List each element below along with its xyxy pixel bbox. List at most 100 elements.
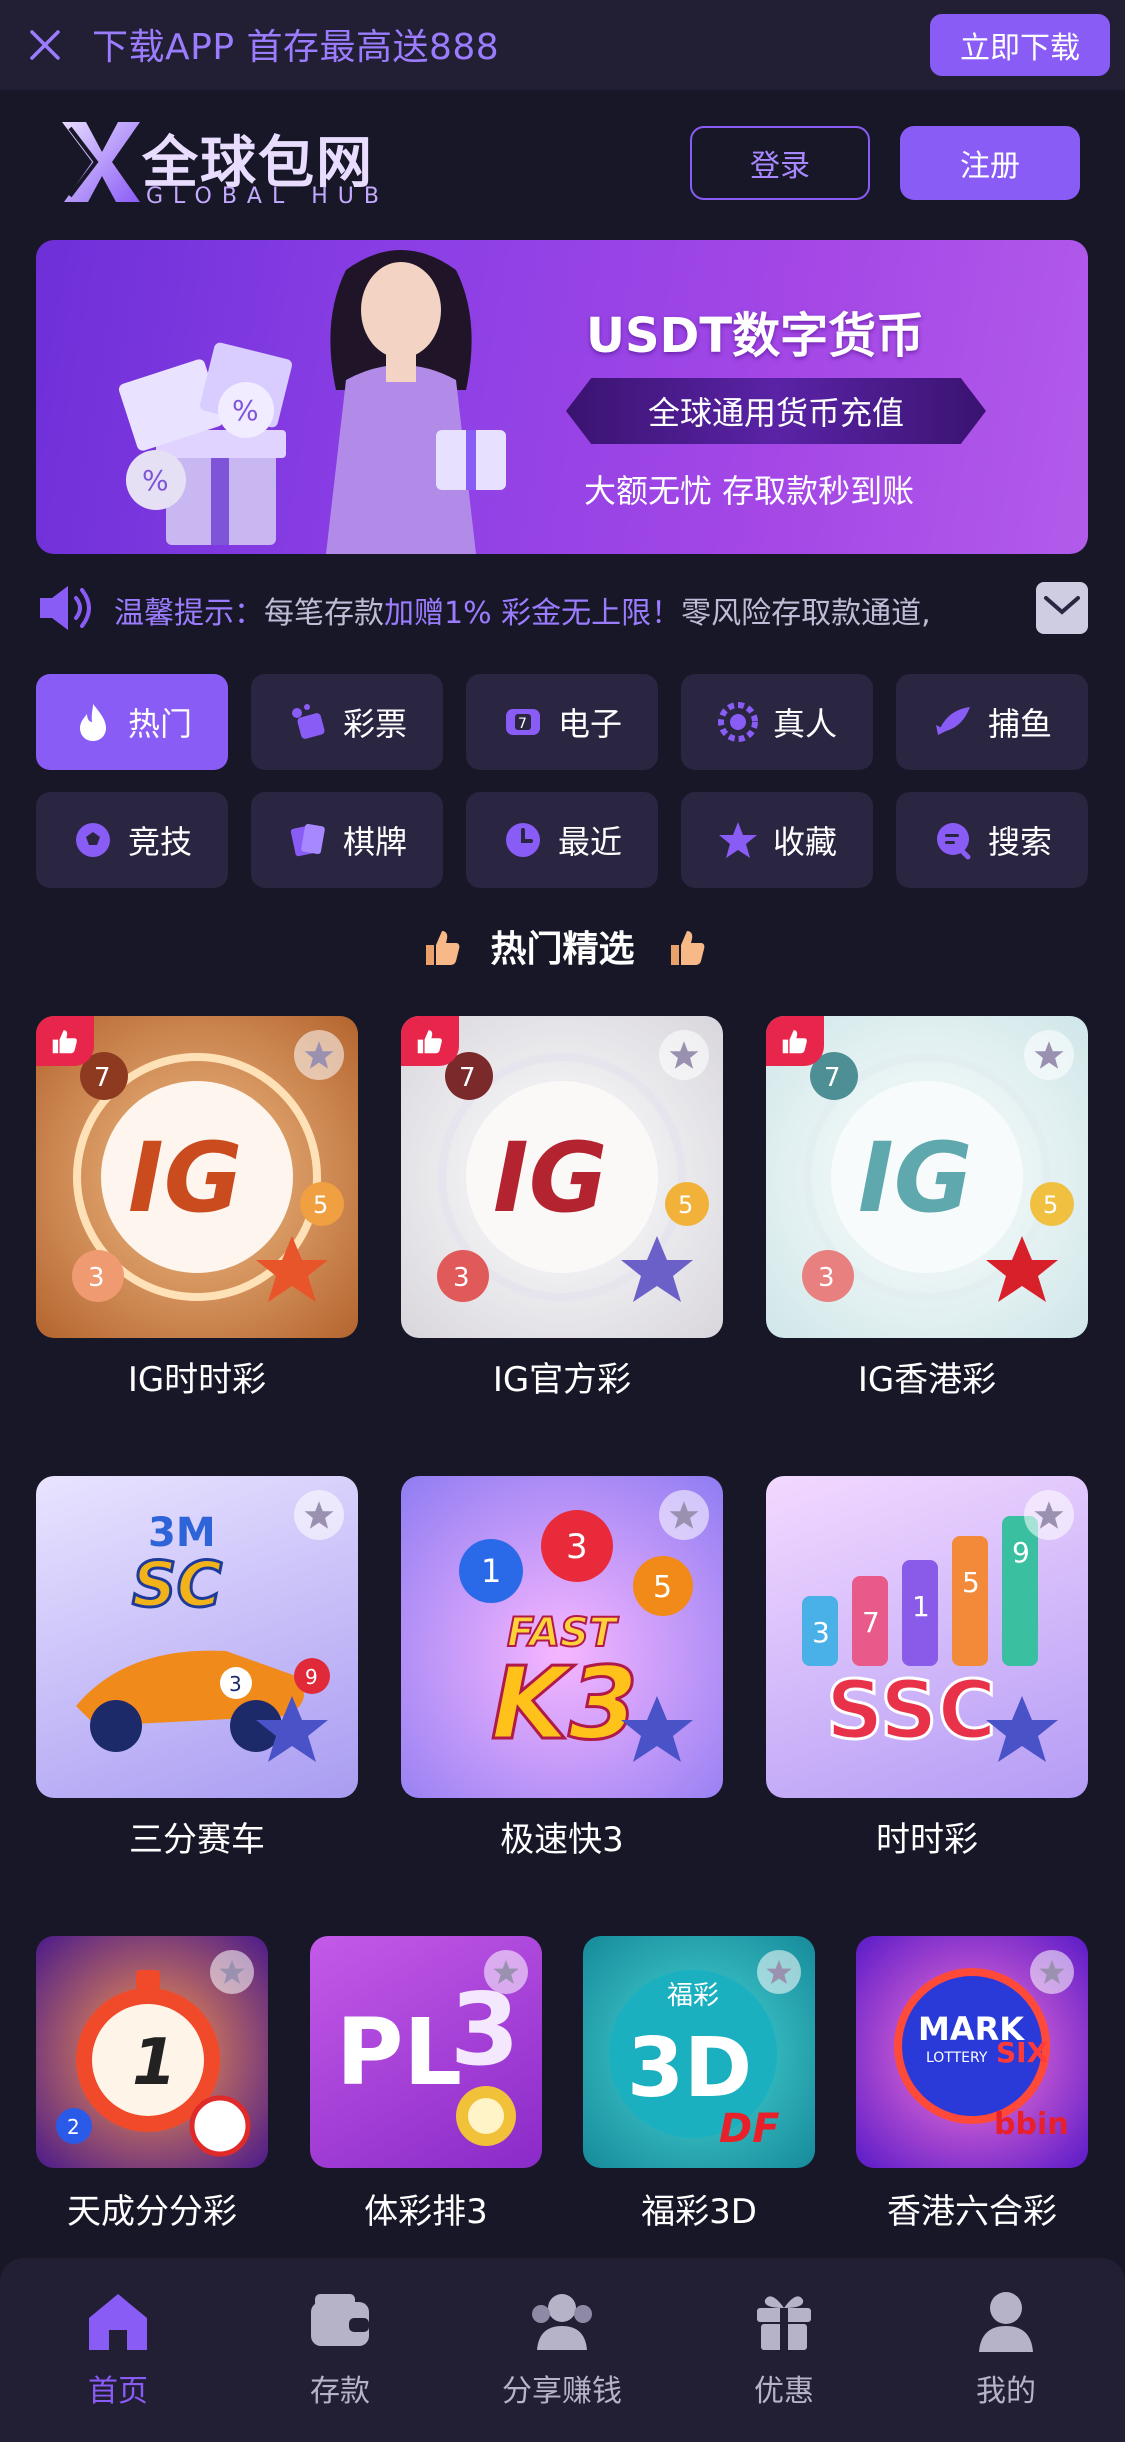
svg-text:7: 7 [862,1606,880,1639]
nav-deposit[interactable]: 存款 [260,2286,420,2410]
game-tile-fc3d[interactable]: 福彩 3D DF [583,1936,815,2168]
game-tile-ig-hk[interactable]: IG 7 5 3 [766,1016,1088,1338]
game-tile-ssc[interactable]: 3 7 1 5 9 SSC [766,1476,1088,1798]
hot-badge [766,1016,824,1066]
game-tile-fast-k3[interactable]: 1 3 5 FAST K3 [401,1476,723,1798]
favorite-star-icon[interactable] [1024,1030,1074,1080]
category-label: 捕鱼 [987,705,1052,743]
fire-icon [79,704,106,741]
notice-text: 温馨提示：每笔存款加赠1% 彩金无上限！零风险存取款通道, [114,588,1034,632]
logo[interactable]: 全球包网 GLOBAL HUB [56,118,396,209]
svg-text:9: 9 [305,1665,318,1689]
svg-text:5: 5 [1043,1191,1058,1219]
svg-text:DF: DF [719,2106,780,2152]
game-tile-ig-official[interactable]: IG 7 5 3 [401,1016,723,1338]
lottery-icon [291,704,325,739]
mail-icon[interactable] [1036,582,1088,634]
game-label: IG时时彩 [127,1360,267,1400]
svg-text:5: 5 [962,1566,980,1599]
login-button[interactable]: 登录 [690,126,870,200]
game-label: 福彩3D [641,2192,757,2232]
category-search[interactable]: 搜索 [896,792,1088,888]
favorite-star-icon[interactable] [1024,1490,1074,1540]
favorite-star-icon[interactable] [294,1490,344,1540]
category-hot[interactable]: 热门 [36,674,228,770]
category-live[interactable]: 真人 [681,674,873,770]
category-fishing[interactable]: 捕鱼 [896,674,1088,770]
svg-text:7: 7 [94,1063,111,1093]
svg-text:福彩: 福彩 [667,1981,719,2011]
cards-icon [290,823,325,857]
svg-text:%: % [142,464,169,497]
category-recent[interactable]: 最近 [466,792,658,888]
notice-bar[interactable]: 温馨提示：每笔存款加赠1% 彩金无上限！零风险存取款通道, [36,580,1088,636]
favorite-star-icon[interactable] [210,1950,254,1994]
game-label: 三分赛车 [129,1820,265,1860]
category-slots[interactable]: 7 电子 [466,674,658,770]
game-label: 体彩排3 [364,2192,488,2232]
game-tile-3m-racing[interactable]: 3M SC 3 9 [36,1476,358,1798]
favorite-star-icon[interactable] [659,1490,709,1540]
download-promo-text: 下载APP 首存最高送888 [92,27,500,68]
fish-icon [935,707,970,735]
category-cards[interactable]: 棋牌 [251,792,443,888]
category-lottery[interactable]: 彩票 [251,674,443,770]
category-label: 热门 [127,705,192,743]
notice-highlight: 加赠1% 彩金无上限！ [384,596,682,631]
category-grid: 热门 彩票 7 电子 真人 捕鱼 竞技 棋牌 最近 收藏 搜索 [36,674,1088,888]
gift-icon [757,2296,811,2350]
category-label: 收藏 [772,823,837,861]
svg-text:IG: IG [128,1122,243,1234]
hot-badge [401,1016,459,1066]
wallet-icon [311,2294,369,2346]
svg-text:3: 3 [566,1527,588,1567]
game-tile-tiancheng[interactable]: 1 2 [36,1936,268,2168]
favorite-star-icon[interactable] [294,1030,344,1080]
clock-icon [505,823,540,857]
favorite-star-icon[interactable] [659,1030,709,1080]
game-tile-mark-six[interactable]: MARK LOTTERY SIX bbin [856,1936,1088,2168]
download-bar: 下载APP 首存最高送888 立即下载 [0,0,1125,90]
thumbs-up-icon [52,1030,77,1054]
svg-text:9: 9 [1012,1536,1030,1569]
svg-text:1: 1 [912,1590,930,1623]
favorite-star-icon[interactable] [757,1950,801,1994]
category-label: 真人 [772,705,837,743]
svg-text:5: 5 [678,1191,693,1219]
profile-icon [979,2292,1033,2352]
section-title: 热门精选 [0,920,1125,972]
svg-text:IG: IG [858,1122,973,1234]
banner-title: USDT数字货币 [586,308,925,364]
favorite-star-icon[interactable] [1030,1950,1074,1994]
close-icon[interactable] [26,26,64,64]
nav-profile[interactable]: 我的 [926,2286,1086,2410]
model-image [326,250,506,554]
notice-part2: 零风险存取款通道, [681,596,931,631]
logo-en-text: GLOBAL HUB [146,184,389,209]
home-icon [89,2294,147,2350]
svg-text:IG: IG [493,1122,608,1234]
logo-x-icon [62,122,140,202]
game-tile-pl3[interactable]: PL 3 [310,1936,542,2168]
category-favorites[interactable]: 收藏 [681,792,873,888]
nav-promotions[interactable]: 优惠 [704,2286,864,2410]
thumbs-up-icon [782,1030,807,1054]
category-sports[interactable]: 竞技 [36,792,228,888]
game-label: IG官方彩 [492,1360,632,1400]
svg-text:1: 1 [132,2026,177,2100]
game-tile-ig-ssc[interactable]: IG 7 5 3 [36,1016,358,1338]
svg-text:SIX: SIX [996,2036,1049,2069]
svg-text:3: 3 [812,1616,830,1649]
svg-text:3D: 3D [627,2021,752,2116]
banner-ribbon: 全球通用货币充值 [566,378,986,444]
promo-banner[interactable]: % % USDT数字货币 全球通用货币充值 大额无忧 存取款秒到账 [36,240,1088,554]
favorite-star-icon[interactable] [484,1950,528,1994]
star-icon [718,822,757,858]
nav-home[interactable]: 首页 [38,2286,198,2410]
speaker-icon [40,586,91,630]
register-button[interactable]: 注册 [900,126,1080,200]
download-button[interactable]: 立即下载 [930,14,1110,76]
svg-text:K3: K3 [491,1645,638,1762]
svg-text:SSC: SSC [826,1664,996,1757]
nav-share[interactable]: 分享赚钱 [482,2286,642,2410]
